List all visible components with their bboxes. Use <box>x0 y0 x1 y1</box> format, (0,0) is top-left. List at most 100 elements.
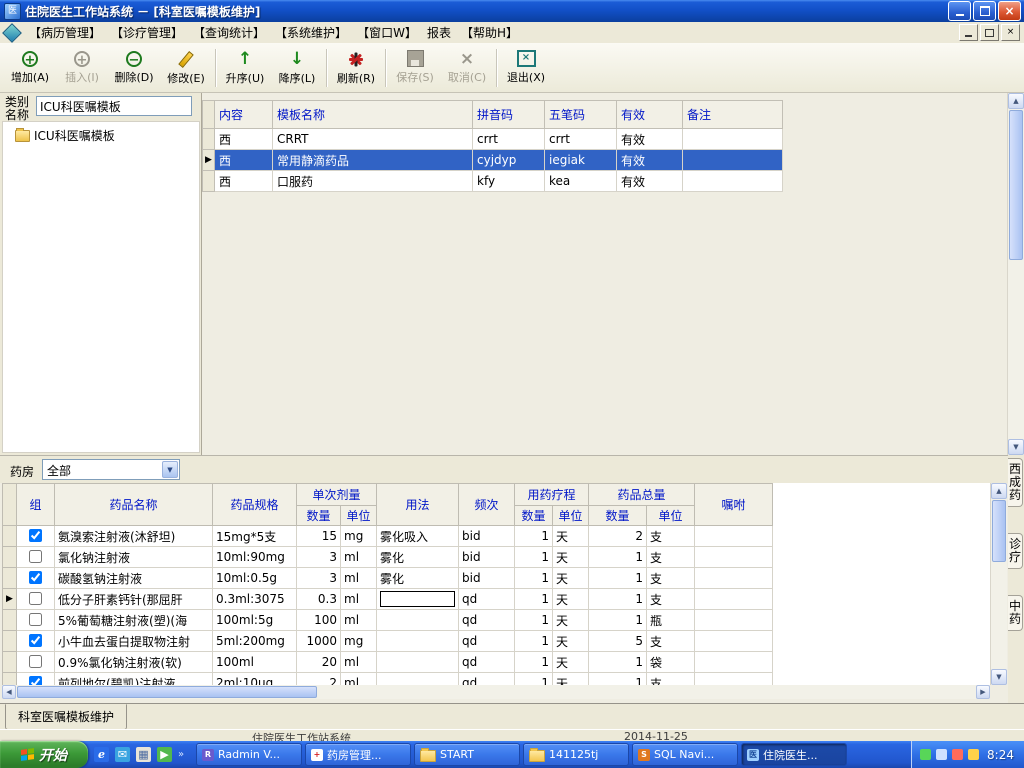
add-button[interactable]: + 增加(A) <box>4 45 56 91</box>
mail-icon[interactable]: ✉ <box>115 747 130 762</box>
drug-row[interactable]: 小牛血去蛋白提取物注射 5ml:200mg 1000 mg qd 1 天 5 支 <box>2 630 990 652</box>
row-selector <box>202 128 215 150</box>
ie-icon[interactable]: e <box>94 747 109 762</box>
template-row[interactable]: 西 口服药 kfy kea 有效 <box>202 170 783 192</box>
drug-name-cell[interactable]: 低分子肝素钙针(那屈肝 <box>54 588 213 610</box>
sort-desc-button[interactable]: ↓ 降序(L) <box>271 45 323 91</box>
refresh-icon <box>347 50 365 68</box>
bottom-tab-bar: 科室医嘱模板维护 <box>0 703 1024 730</box>
close-button[interactable]: × <box>998 1 1021 21</box>
drug-grid-vscrollbar[interactable]: ▲ ▼ <box>990 483 1007 685</box>
drug-row[interactable]: 氨溴索注射液(沐舒坦) 15mg*5支 15 mg 雾化吸入 bid 1 天 2… <box>2 525 990 547</box>
drug-name-cell[interactable]: 5%葡萄糖注射液(塑)(海 <box>54 609 213 631</box>
side-tab-treatment[interactable]: 诊疗 <box>1008 533 1023 569</box>
drug-select-checkbox[interactable] <box>29 571 42 584</box>
scroll-left-icon[interactable]: ◀ <box>2 685 16 699</box>
delete-button[interactable]: − 删除(D) <box>108 45 160 91</box>
drug-row-active[interactable]: ▶ 低分子肝素钙针(那屈肝 0.3ml:3075 0.3 ml qd 1 天 1… <box>2 588 990 610</box>
template-row[interactable]: 西 CRRT crrt crrt 有效 <box>202 128 783 150</box>
tray-icon[interactable] <box>952 749 964 760</box>
drug-name-cell[interactable]: 0.9%氯化钠注射液(软) <box>54 651 213 673</box>
category-name-input[interactable] <box>36 96 192 116</box>
cancel-button: × 取消(C) <box>447 48 487 84</box>
chevron-down-icon[interactable]: ▼ <box>162 461 178 478</box>
task-button-pharmacy-app[interactable]: + 药房管理... <box>305 743 411 766</box>
quick-launch-overflow-icon[interactable]: » <box>178 749 184 760</box>
taskbar: 开始 e ✉ ▦ ▶ » R Radmin V... + 药房管理... STA… <box>0 741 1024 768</box>
media-player-icon[interactable]: ▶ <box>157 747 172 762</box>
drug-select-checkbox[interactable] <box>29 634 42 647</box>
sort-desc-icon: ↓ <box>289 48 305 69</box>
toolbar-separator <box>385 48 386 87</box>
template-area-scrollbar[interactable]: ▲ ▼ <box>1007 93 1024 455</box>
drug-row[interactable]: 氯化钠注射液 10ml:90mg 3 ml 雾化 bid 1 天 1 支 <box>2 546 990 568</box>
drug-select-checkbox[interactable] <box>29 613 42 626</box>
col-header-note: 备注 <box>682 100 783 129</box>
scroll-up-icon[interactable]: ▲ <box>991 483 1007 499</box>
drug-name-cell[interactable]: 氨溴索注射液(沐舒坦) <box>54 525 213 547</box>
minimize-button[interactable] <box>948 1 971 21</box>
drug-name-cell[interactable]: 小牛血去蛋白提取物注射 <box>54 630 213 652</box>
maximize-button[interactable] <box>973 1 996 21</box>
task-button-141125tj-folder[interactable]: 141125tj <box>523 743 629 766</box>
tree-node-icu-template[interactable]: ICU科医嘱模板 <box>3 122 199 144</box>
refresh-button[interactable]: 刷新(R) <box>330 45 382 91</box>
row-selector <box>202 170 215 192</box>
menu-item-reports[interactable]: 报表 <box>422 22 456 43</box>
menu-item-query-statistics[interactable]: 【查询统计】 <box>188 22 270 43</box>
scroll-right-icon[interactable]: ▶ <box>976 685 990 699</box>
pharmacy-label: 药房 <box>10 465 35 479</box>
col-header-template-name: 模板名称 <box>272 100 473 129</box>
selector-col-header <box>202 100 215 129</box>
menu-item-case-management[interactable]: 【病历管理】 <box>24 22 106 43</box>
task-button-radmin[interactable]: R Radmin V... <box>196 743 302 766</box>
sort-asc-button[interactable]: ↑ 升序(U) <box>219 45 271 91</box>
tray-icon[interactable] <box>920 749 932 760</box>
menu-item-system-maintenance[interactable]: 【系统维护】 <box>270 22 352 43</box>
mdi-restore-button[interactable] <box>980 24 999 41</box>
menu-item-treatment-management[interactable]: 【诊疗管理】 <box>106 22 188 43</box>
col-header-qty: 数量 <box>296 505 341 526</box>
mdi-minimize-button[interactable] <box>959 24 978 41</box>
show-desktop-icon[interactable]: ▦ <box>136 747 151 762</box>
drug-row[interactable]: 0.9%氯化钠注射液(软) 100ml 20 ml qd 1 天 1 袋 <box>2 651 990 673</box>
scroll-down-icon[interactable]: ▼ <box>1008 439 1024 455</box>
tray-icon[interactable] <box>936 749 948 760</box>
menu-item-help[interactable]: 【帮助H】 <box>456 22 523 43</box>
drug-select-checkbox[interactable] <box>29 655 42 668</box>
menu-item-window[interactable]: 【窗口W】 <box>352 22 422 43</box>
drug-select-checkbox[interactable] <box>29 550 42 563</box>
drug-name-cell[interactable]: 氯化钠注射液 <box>54 546 213 568</box>
exit-button[interactable]: × 退出(X) <box>500 45 552 91</box>
scroll-up-icon[interactable]: ▲ <box>1008 93 1024 109</box>
scroll-down-icon[interactable]: ▼ <box>991 669 1007 685</box>
pharmacy-select[interactable]: 全部 ▼ <box>42 459 180 480</box>
side-tab-chinese-drug[interactable]: 中药 <box>1008 595 1023 631</box>
title-bar: 医 住院医生工作站系统 － [科室医嘱模板维护] × <box>0 0 1024 22</box>
row-selector <box>2 630 17 652</box>
drug-select-checkbox[interactable] <box>29 592 42 605</box>
drug-select-checkbox[interactable] <box>29 529 42 542</box>
usage-cell-editor[interactable] <box>380 591 456 607</box>
bottom-tab-template-maintenance[interactable]: 科室医嘱模板维护 <box>5 704 128 730</box>
task-button-sql-navigator[interactable]: S SQL Navi... <box>632 743 738 766</box>
drug-grid-hscrollbar[interactable]: ◀ ▶ <box>2 685 990 699</box>
system-tray: 8:24 <box>911 741 1024 768</box>
cancel-icon: × <box>459 48 475 69</box>
mdi-close-button[interactable]: × <box>1001 24 1020 41</box>
side-tab-strip: 西成药 诊疗 中药 <box>1008 455 1024 703</box>
scrollbar-thumb[interactable] <box>992 500 1006 562</box>
tray-icon[interactable] <box>968 749 980 760</box>
task-button-start-folder[interactable]: START <box>414 743 520 766</box>
start-button[interactable]: 开始 <box>0 741 88 768</box>
template-row-selected[interactable]: ▶ 西 常用静滴药品 cyjdyp iegiak 有效 <box>202 149 783 171</box>
drug-name-cell[interactable]: 碳酸氢钠注射液 <box>54 567 213 589</box>
modify-button[interactable]: 修改(E) <box>160 45 212 91</box>
scrollbar-thumb[interactable] <box>17 686 317 698</box>
drug-row[interactable]: 碳酸氢钠注射液 10ml:0.5g 3 ml 雾化 bid 1 天 1 支 <box>2 567 990 589</box>
task-button-doctor-workstation[interactable]: 医 住院医生... <box>741 743 847 766</box>
side-tab-western-drug[interactable]: 西成药 <box>1008 458 1023 507</box>
close-icon: × <box>1004 4 1015 18</box>
scrollbar-thumb[interactable] <box>1009 110 1023 260</box>
drug-row[interactable]: 5%葡萄糖注射液(塑)(海 100ml:5g 100 ml qd 1 天 1 瓶 <box>2 609 990 631</box>
